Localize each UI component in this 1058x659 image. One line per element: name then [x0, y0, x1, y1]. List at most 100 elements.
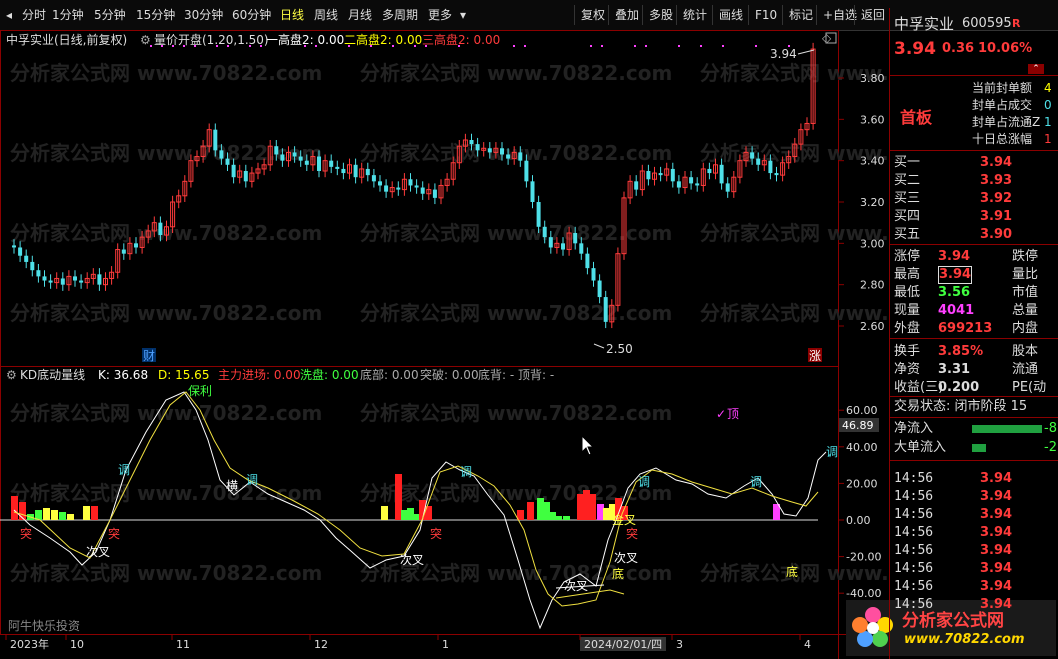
candle-body — [420, 187, 425, 194]
tab-fenshi[interactable]: 分时 — [22, 6, 46, 24]
bid-label: 买五 — [894, 227, 921, 242]
kd-tick-label: 20.00 — [846, 477, 878, 490]
adjust-button[interactable]: 复权 — [574, 5, 605, 25]
tab-weekly[interactable]: 周线 — [314, 6, 338, 24]
stats-button[interactable]: 统计 — [676, 5, 707, 25]
candle-body — [329, 160, 334, 167]
stat2-value: 3.31 — [938, 362, 971, 377]
tick-price: 3.94 — [980, 543, 1013, 558]
x-axis-label: 10 — [70, 638, 84, 651]
settings-icon: ⚙ — [140, 33, 151, 47]
main-chart[interactable]: 分析家公式网 www.70822.com 分析家公式网 www.70822.com… — [0, 30, 888, 659]
candle-body — [408, 179, 413, 186]
tab-15min[interactable]: 15分钟 — [136, 6, 175, 24]
add-favorite-button[interactable]: +自选 — [816, 5, 857, 25]
tab-daily[interactable]: 日线 — [280, 6, 304, 24]
kd-bar — [583, 490, 590, 520]
kd-bar — [577, 494, 584, 520]
candle-body — [603, 297, 608, 322]
signal-dot — [348, 45, 350, 47]
kd-title: KD底动量线 — [20, 367, 85, 382]
candle-body — [506, 154, 511, 159]
tick-row: 14:56 3.94 — [890, 524, 1058, 542]
candle-body — [280, 154, 285, 161]
mark-button[interactable]: 标记 — [782, 5, 813, 25]
tick-price: 3.94 — [980, 507, 1013, 522]
watermark-text: 分析家公式网 www.70822.com — [10, 481, 322, 505]
signal-dot — [755, 45, 757, 47]
mouse-cursor-icon — [581, 434, 595, 456]
kd-ann-cicha-4: 次叉 — [614, 551, 638, 565]
signal-dot — [513, 45, 515, 47]
x-axis-label: 12 — [314, 638, 328, 651]
kd-bar — [543, 502, 550, 520]
signal-dot — [458, 45, 460, 47]
seal-info-list: 当前封单额 4 封单占成交 0 封单占流通Z 1 十日总涨幅 1 — [972, 80, 1058, 148]
tick-time: 14:56 — [894, 489, 934, 504]
stat-label-2: 市值 — [1012, 285, 1039, 300]
tick-price: 3.94 — [980, 561, 1013, 576]
multi-stock-button[interactable]: 多股 — [642, 5, 673, 25]
chevron-left-icon[interactable]: ◂ — [6, 6, 12, 24]
stock-header: 中孚实业 600595 R — [890, 12, 1058, 36]
stat-value: 699213 — [938, 321, 993, 336]
tab-multi-period[interactable]: 多周期 — [382, 6, 418, 24]
candle-body — [597, 280, 602, 298]
tick-price: 3.94 — [980, 489, 1013, 504]
kd-bar — [43, 508, 50, 520]
kd-bar — [549, 512, 556, 520]
draw-line-button[interactable]: 画线 — [712, 5, 743, 25]
candle-body — [274, 146, 279, 155]
kd-xipan: 洗盘: 0.00 — [300, 367, 359, 382]
tick-row: 14:56 3.94 — [890, 560, 1058, 578]
kd-bar — [537, 498, 544, 520]
kd-dibu: 底部: 0.00 — [360, 367, 419, 382]
stat-label-2: 跌停 — [1012, 249, 1039, 264]
signal-dot — [590, 45, 592, 47]
candle-body — [487, 148, 492, 153]
candle-body — [158, 222, 163, 236]
tick-row: 14:56 3.94 — [890, 470, 1058, 488]
stat-label-2: 内盘 — [1012, 321, 1039, 336]
stat-label: 现量 — [894, 303, 921, 318]
tab-60min[interactable]: 60分钟 — [232, 6, 271, 24]
stat-value: 3.94 — [938, 249, 971, 264]
tick-row: 14:56 3.94 — [890, 488, 1058, 506]
kd-bar — [555, 516, 562, 520]
kd-bar — [597, 504, 604, 520]
back-button[interactable]: 返回 — [854, 5, 885, 25]
tab-1min[interactable]: 1分钟 — [52, 6, 84, 24]
candle-body — [30, 261, 35, 271]
bid-row: 买一 3.94 — [890, 154, 1058, 172]
candle-body — [774, 173, 779, 176]
candle-body — [121, 249, 126, 254]
signal-dot — [194, 45, 196, 47]
kd-ann-heng: 横 — [226, 479, 238, 493]
kd-ann-tiao-6: 调 — [826, 445, 838, 459]
tick-time: 14:56 — [894, 579, 934, 594]
overlay-button[interactable]: 叠加 — [608, 5, 639, 25]
tab-monthly[interactable]: 月线 — [348, 6, 372, 24]
candle-body — [500, 148, 504, 155]
tab-30min[interactable]: 30分钟 — [184, 6, 223, 24]
tab-more[interactable]: 更多 — [428, 6, 452, 24]
x-axis-label: 11 — [176, 638, 190, 651]
f10-button[interactable]: F10 — [748, 5, 777, 25]
tick-row: 14:56 3.94 — [890, 578, 1058, 596]
tab-5min[interactable]: 5分钟 — [94, 6, 126, 24]
candle-body — [384, 185, 389, 192]
price-tick-label: 3.60 — [860, 113, 885, 126]
kd-ann-tiao-5: 调 — [750, 475, 762, 489]
candle-body — [317, 156, 321, 171]
chevron-down-icon[interactable]: ▾ — [460, 6, 466, 24]
candle-body — [73, 276, 77, 281]
stat2-row: 换手 3.85% 股本 — [890, 343, 1058, 361]
badge-zhang-text: 涨 — [809, 348, 821, 363]
candle-body — [689, 177, 694, 184]
seal-info-row: 封单占流通Z 1 — [972, 115, 1052, 129]
signal-dot — [216, 45, 218, 47]
flow-row: 净流入 -8 — [890, 420, 1058, 438]
kd-bar — [401, 510, 408, 520]
kd-current-value: 46.89 — [842, 419, 874, 432]
collapse-icon[interactable]: ⌃ — [1028, 64, 1044, 74]
